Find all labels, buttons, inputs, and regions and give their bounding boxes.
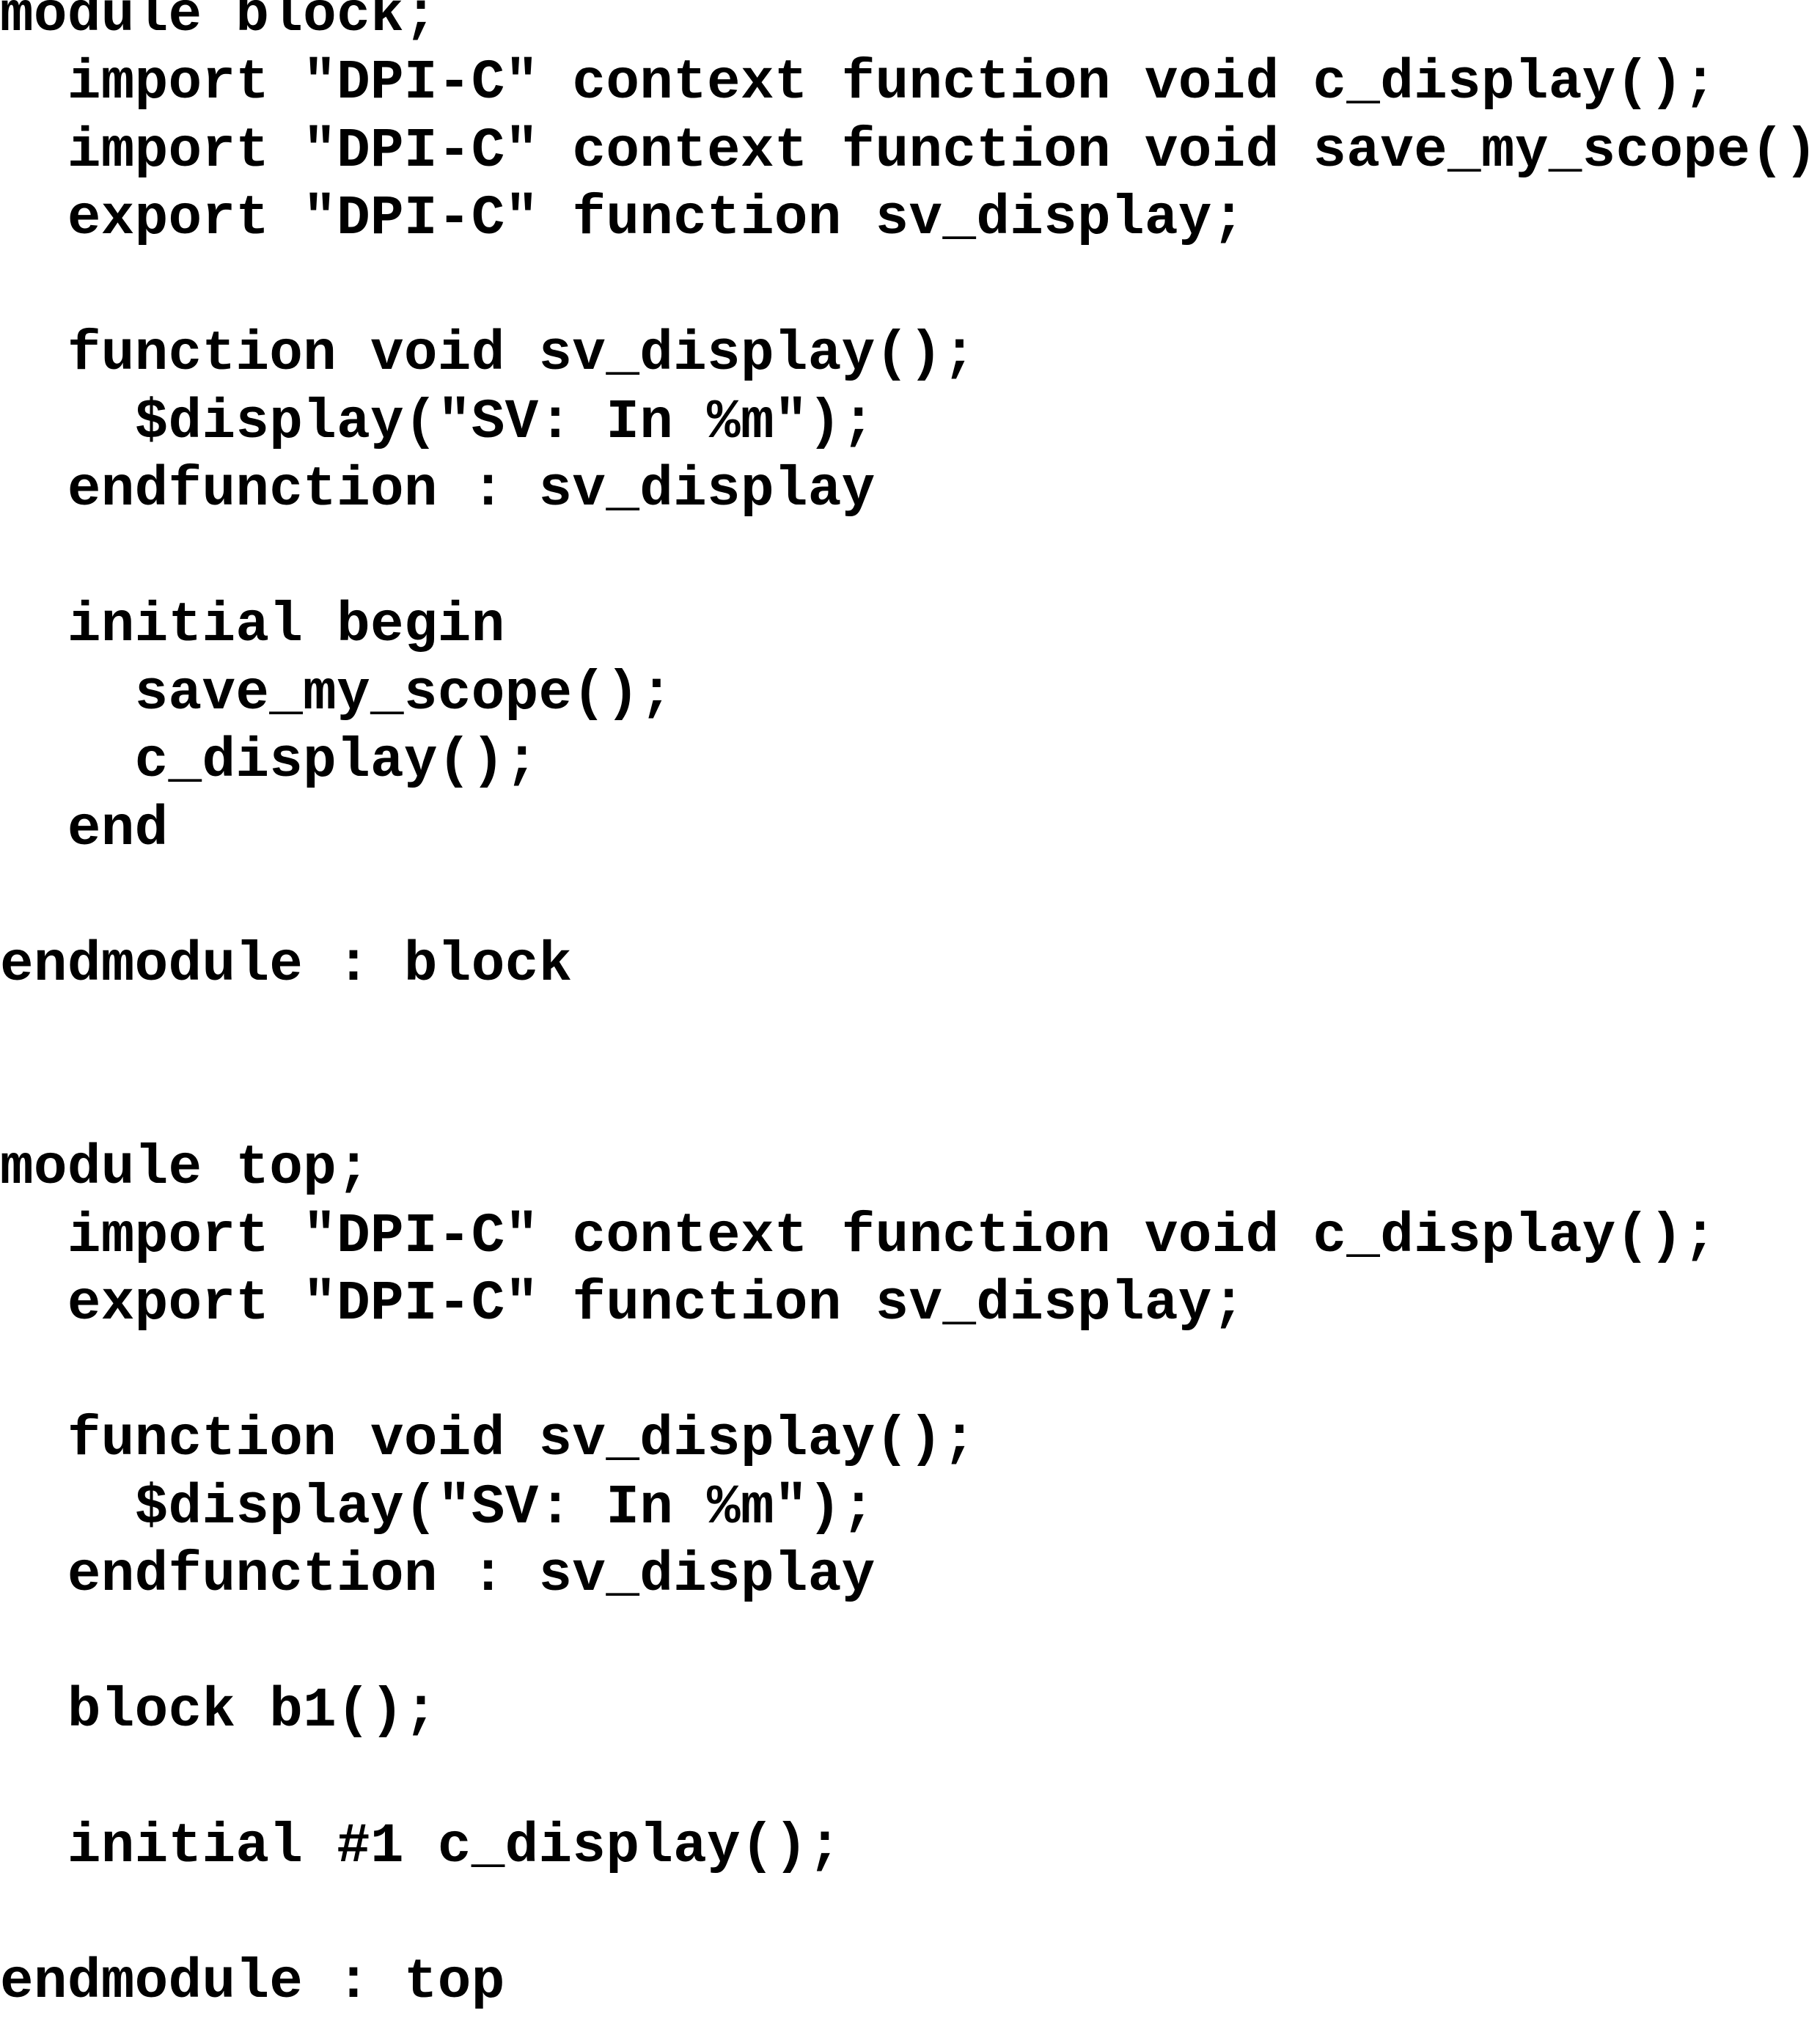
code-line-end: end: [0, 798, 169, 861]
code-line-top-export-sv-display: export "DPI-C" function sv_display;: [0, 1272, 1246, 1335]
code-line-top-function-sv-display: function void sv_display();: [0, 1408, 977, 1471]
code-line-top-import-c-display: import "DPI-C" context function void c_d…: [0, 1205, 1717, 1268]
code-line-endfunction: endfunction : sv_display: [0, 458, 876, 521]
code-line-c-display-call: c_display();: [0, 730, 539, 793]
code-line-save-my-scope-call: save_my_scope();: [0, 662, 674, 725]
code-line-top-display-call: $display("SV: In %m");: [0, 1476, 876, 1539]
code-line-import-c-display: import "DPI-C" context function void c_d…: [0, 51, 1717, 114]
code-line-initial-delay-c-display: initial #1 c_display();: [0, 1815, 842, 1878]
code-line-initial-begin: initial begin: [0, 594, 505, 657]
code-line-export-sv-display: export "DPI-C" function sv_display;: [0, 187, 1246, 250]
code-line-top-endfunction: endfunction : sv_display: [0, 1544, 876, 1607]
code-line-endmodule-block: endmodule : block: [0, 934, 573, 997]
code-line-endmodule-top: endmodule : top: [0, 1951, 505, 2014]
code-line-module-block: module block;: [0, 0, 438, 47]
code-line-block-instance: block b1();: [0, 1679, 438, 1742]
code-line-import-save-my-scope: import "DPI-C" context function void sav…: [0, 120, 1820, 183]
code-listing: module block; import "DPI-C" context fun…: [0, 0, 1820, 2014]
code-line-display-call: $display("SV: In %m");: [0, 391, 876, 454]
code-line-module-top: module top;: [0, 1137, 370, 1200]
code-line-function-sv-display: function void sv_display();: [0, 323, 977, 386]
